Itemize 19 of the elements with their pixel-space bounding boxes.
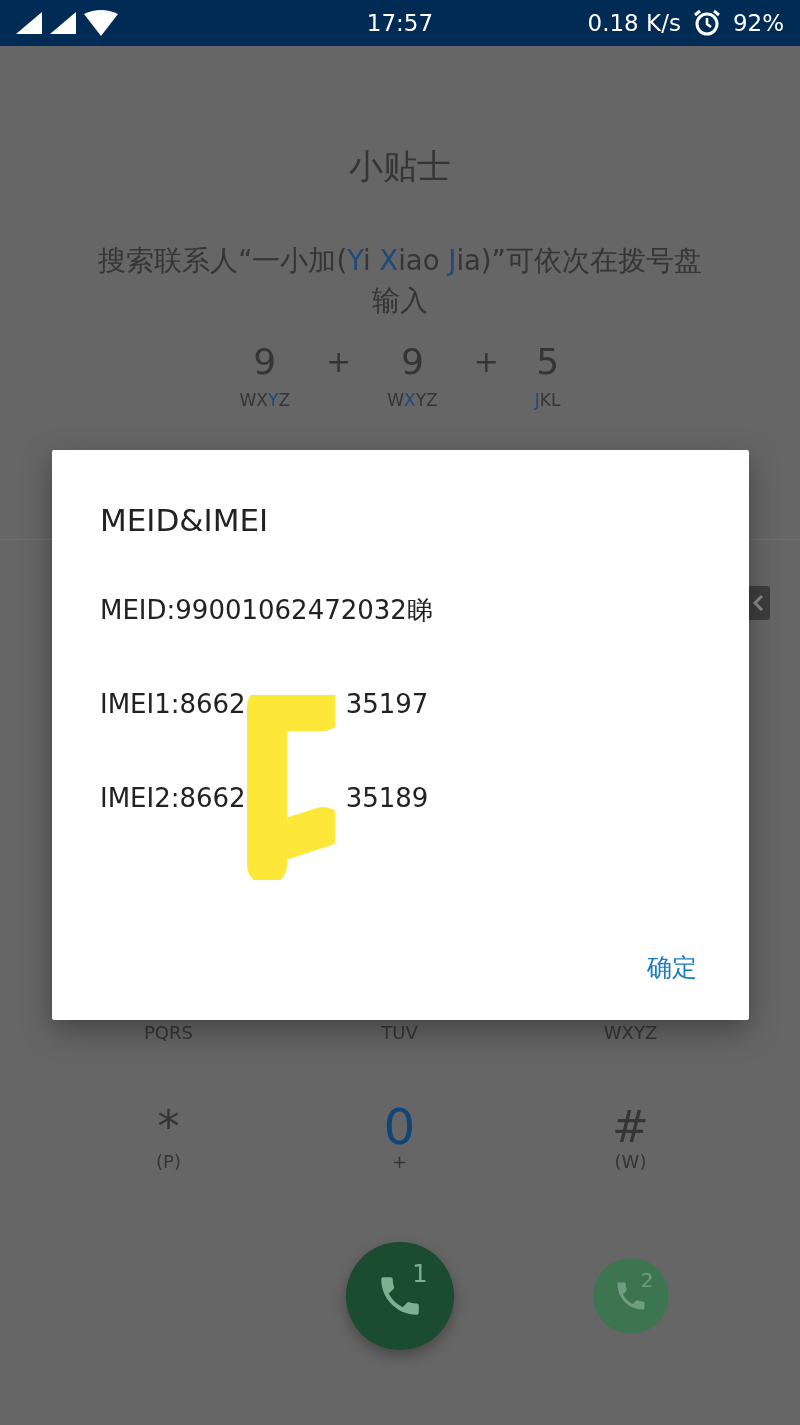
dialog-title: MEID&IMEI (100, 502, 270, 538)
battery-level: 92% (732, 10, 784, 36)
device-id-text: IMEI2:8662 (100, 783, 246, 813)
device-id-text: 35189 (345, 783, 429, 813)
signal-icon (50, 12, 76, 34)
clock-time: 17:57 (366, 10, 434, 36)
dial-key[interactable]: 0 + (284, 1103, 515, 1172)
backspace-icon[interactable] (748, 586, 770, 620)
plus-sign: + (473, 343, 499, 381)
confirm-button[interactable]: 确定 (643, 947, 701, 988)
device-id-text: IMEI1:8662 (100, 689, 246, 719)
network-speed: 0.18 K/s (587, 10, 681, 36)
signal-icon (16, 12, 42, 34)
plus-sign: + (326, 343, 352, 381)
device-id-text: 35197 (345, 689, 429, 719)
wifi-icon (84, 10, 118, 36)
device-id-text: MEID:99001062472032睇 (100, 593, 433, 627)
call-button[interactable]: 1 (345, 1242, 454, 1350)
alarm-icon (692, 9, 721, 37)
